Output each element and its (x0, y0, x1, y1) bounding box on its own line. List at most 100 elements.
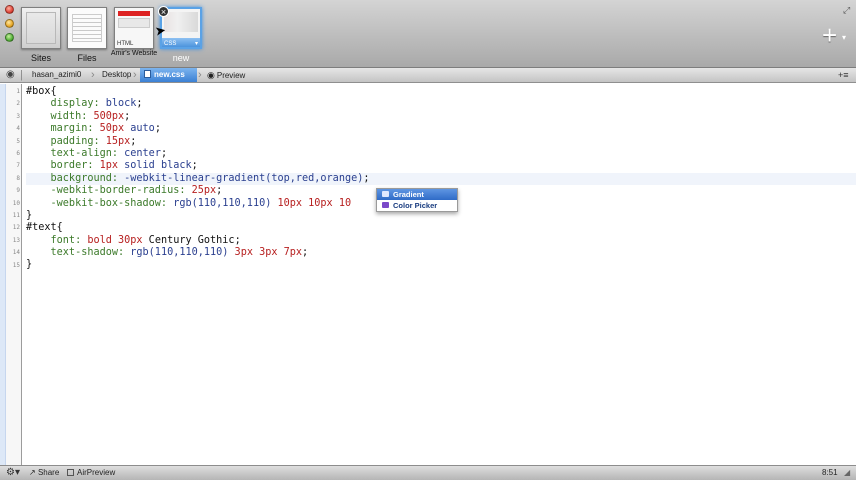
line-number: 9 (16, 187, 20, 195)
breadcrumb-desktop[interactable]: Desktop (98, 68, 131, 82)
html-thumbnail-body (118, 18, 150, 28)
chevron-down-icon[interactable]: ▾ (842, 33, 846, 42)
autocomplete-color-picker[interactable]: Color Picker (377, 200, 457, 211)
property: font: (26, 234, 82, 246)
autocomplete-gradient-label: Gradient (393, 190, 424, 199)
airpreview-label: AirPreview (77, 468, 116, 477)
code-editor[interactable]: #box{ display: block; width: 500px; marg… (26, 86, 856, 272)
property: display: (26, 98, 100, 110)
path-separator: | (20, 69, 23, 81)
sync-icon[interactable]: ◉ (6, 69, 15, 80)
tab-html-site[interactable]: HTML (114, 7, 154, 49)
airpreview-button[interactable]: AirPreview (67, 466, 115, 480)
status-bar: ⚙▾ ↗ Share AirPreview 8:51 ◢ (0, 465, 856, 480)
value: bold 30px (81, 234, 143, 246)
close-window-button[interactable] (5, 5, 14, 14)
line-number: 1 (16, 88, 20, 95)
css-file-icon (144, 70, 151, 78)
autocomplete-popup: Gradient Color Picker (376, 188, 458, 212)
code-line-5: padding: 15px; (26, 136, 856, 148)
semicolon: ; (124, 110, 131, 122)
value: solid black (118, 160, 192, 172)
split-view-icon[interactable]: +≡ (838, 68, 849, 82)
value: 500px (87, 110, 125, 122)
zoom-window-button[interactable] (5, 33, 14, 42)
resize-handle-icon[interactable]: ◢ (844, 468, 850, 477)
semicolon: ; (160, 147, 168, 159)
files-thumbnail (72, 14, 102, 42)
semicolon: ; (234, 234, 241, 246)
value: rgb(110,110,110) (124, 247, 229, 259)
code-line-1: #box{ (26, 86, 856, 98)
autocomplete-gradient[interactable]: Gradient (377, 189, 457, 200)
selector-text: #text{ (26, 222, 63, 234)
property: width: (26, 110, 88, 122)
selector-box: #box{ (26, 86, 57, 97)
value: 50px (93, 123, 125, 135)
eye-icon: ◉ (207, 70, 215, 80)
path-bar: ◉ | hasan_azimi0 › Desktop › new.css › ◉… (0, 68, 856, 83)
color-picker-icon (382, 202, 389, 208)
value: 15px (99, 135, 131, 147)
code-line-13: font: bold 30px Century Gothic; (26, 235, 856, 247)
breadcrumb-file-label: new.css (154, 70, 185, 79)
semicolon: ; (191, 160, 198, 172)
value: 3px 3px 7px (228, 247, 303, 259)
top-toolbar: Sites Files HTML Amir's Website CSS ▾ × … (0, 0, 856, 68)
line-number: 11 (12, 212, 20, 219)
code-line-4: margin: 50px auto; (26, 123, 856, 135)
breadcrumb-user[interactable]: hasan_azimi0 (28, 68, 81, 82)
tab-files[interactable] (67, 7, 107, 49)
line-number: 5 (16, 137, 20, 145)
share-button[interactable]: ↗ Share (29, 466, 59, 480)
share-icon: ↗ (29, 468, 38, 477)
line-number: 3 (16, 112, 20, 120)
tab-css-label: new (172, 53, 190, 63)
value: auto (124, 123, 155, 135)
property: padding: (26, 135, 100, 147)
property: margin: (26, 123, 94, 135)
minimize-window-button[interactable] (5, 19, 14, 28)
semicolon: ; (154, 123, 161, 135)
code-line-2: display: block; (26, 98, 856, 110)
path-separator: › (133, 69, 137, 81)
value: 25px (185, 185, 217, 197)
code-line-8: background: -webkit-linear-gradient(top,… (26, 172, 856, 186)
breadcrumb-preview[interactable]: ◉ Preview (203, 68, 245, 82)
chevron-down-icon[interactable]: ▾ (195, 40, 198, 47)
value: -webkit-linear-gradient(top,red,orange) (118, 172, 364, 184)
property: -webkit-border-radius: (26, 185, 186, 197)
fullscreen-icon[interactable]: ⤢ (843, 5, 850, 16)
tab-sites[interactable] (21, 7, 61, 49)
html-thumbnail-header (118, 11, 150, 16)
line-number: 7 (16, 162, 20, 170)
autocomplete-color-picker-label: Color Picker (393, 201, 438, 210)
closing-brace: } (26, 259, 33, 271)
css-thumbnail (164, 12, 198, 32)
value: rgb(110,110,110) (167, 197, 272, 209)
breadcrumb-file[interactable]: new.css (140, 68, 197, 82)
code-line-15: } (26, 259, 856, 271)
semicolon: ; (363, 172, 370, 184)
gradient-icon (382, 191, 389, 197)
css-tab-type: CSS (164, 41, 177, 47)
semicolon: ; (302, 247, 309, 259)
html-tab-type: HTML (117, 41, 134, 47)
property: text-shadow: (26, 247, 125, 259)
code-line-7: border: 1px solid black; (26, 160, 856, 172)
value: center (118, 147, 161, 159)
line-number: 10 (12, 199, 20, 207)
value: 1px (93, 160, 119, 172)
value: 10px 10px 10 (271, 197, 352, 209)
property: text-align: (26, 147, 119, 159)
gear-icon[interactable]: ⚙▾ (6, 467, 20, 478)
add-tab-button[interactable]: + (822, 22, 837, 48)
property: background: (26, 172, 119, 184)
code-line-14: text-shadow: rgb(110,110,110) 3px 3px 7p… (26, 247, 856, 259)
property: -webkit-box-shadow: (26, 197, 168, 209)
line-number: 13 (12, 236, 20, 244)
property: border: (26, 160, 94, 172)
close-tab-icon[interactable]: × (158, 6, 169, 17)
line-number: 8 (16, 174, 20, 182)
value: Century Gothic (142, 234, 235, 246)
